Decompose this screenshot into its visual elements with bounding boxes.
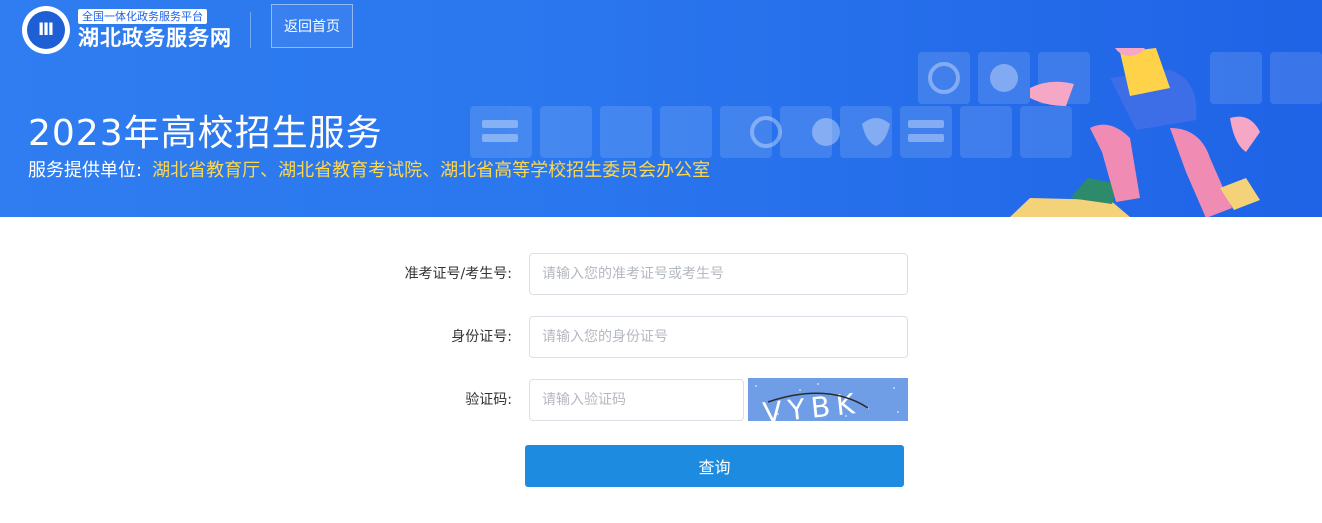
back-home-button[interactable]: 返回首页	[271, 4, 353, 48]
provider-label: 服务提供单位:	[28, 160, 143, 181]
captcha-input[interactable]	[529, 379, 744, 421]
emblem-icon: Ⅲ	[22, 6, 70, 54]
provider-value: 湖北省教育厅、湖北省教育考试院、湖北省高等学校招生委员会办公室	[152, 160, 711, 181]
platform-tag: 全国一体化政务服务平台	[78, 8, 207, 24]
site-name: 湖北政务服务网	[78, 25, 232, 50]
id-card-label: 身份证号:	[451, 329, 512, 345]
header-banner: Ⅲ 全国一体化政务服务平台 湖北政务服务网 返回首页 2023年高校招生服务 服…	[0, 0, 1322, 217]
id-card-input[interactable]	[529, 316, 908, 358]
header-divider	[250, 12, 251, 48]
exam-id-label: 准考证号/考生号:	[404, 266, 512, 282]
site-logo[interactable]: Ⅲ 全国一体化政务服务平台 湖北政务服务网	[22, 6, 232, 54]
provider-line: 服务提供单位: 湖北省教育厅、湖北省教育考试院、湖北省高等学校招生委员会办公室	[28, 156, 710, 182]
banner-illustration	[470, 48, 1322, 217]
page-title: 2023年高校招生服务	[28, 113, 383, 154]
query-form: 准考证号/考生号: 身份证号: 验证码: VYBK 查询	[0, 217, 1322, 523]
captcha-label: 验证码:	[465, 392, 512, 408]
captcha-image[interactable]: VYBK	[748, 378, 908, 421]
exam-id-input[interactable]	[529, 253, 908, 295]
query-button[interactable]: 查询	[525, 445, 904, 487]
